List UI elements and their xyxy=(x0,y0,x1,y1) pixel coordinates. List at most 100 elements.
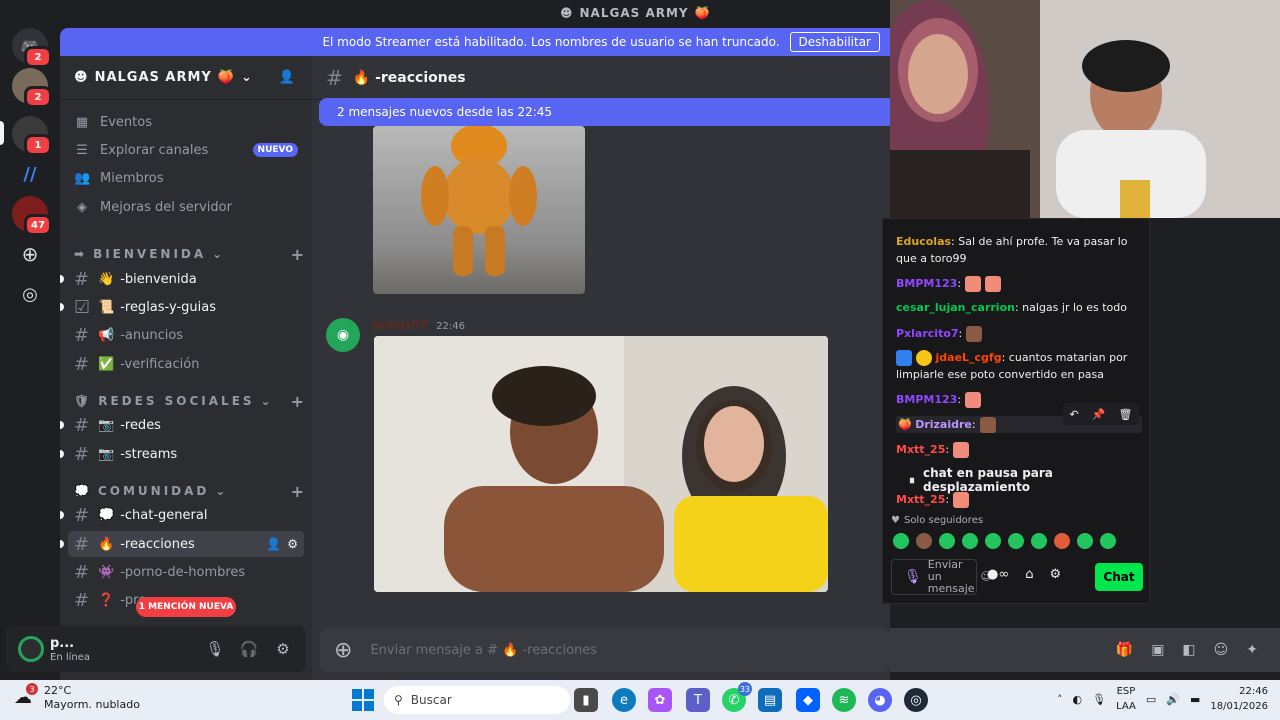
chat-user[interactable]: BMPM123 xyxy=(896,277,957,290)
channel-reacciones[interactable]: # 🔥 -reacciones 👤 ⚙ xyxy=(60,531,304,557)
category-redes-sociales[interactable]: 🛡 REDES SOCIALES ⌄ + xyxy=(74,392,304,411)
emote-icon[interactable] xyxy=(1100,533,1116,549)
chat-paused-banner[interactable]: ⏸ chat en pausa para desplazamiento xyxy=(893,466,1141,494)
headphones-icon[interactable]: 🎧 xyxy=(238,638,260,660)
reply-icon[interactable]: ↶ xyxy=(1070,408,1079,421)
weather-widget[interactable]: ☁ 3 22°C Mayorm. nublado xyxy=(14,683,140,712)
chat-input[interactable]: 🎙 Enviar un mensaje ☺ xyxy=(891,559,992,595)
taskbar-search[interactable]: ⚲ Buscar xyxy=(384,686,570,714)
add-attachment-icon[interactable]: ⊕ xyxy=(334,638,352,663)
battery-icon[interactable]: ▬ xyxy=(1190,693,1200,706)
start-button[interactable] xyxy=(352,689,374,711)
emote-icon[interactable] xyxy=(939,533,955,549)
copilot-icon[interactable]: ✿ xyxy=(648,688,672,712)
nav-miembros[interactable]: 👥 Miembros xyxy=(68,165,304,191)
channel-points-icon[interactable]: ●∞ xyxy=(987,567,1009,582)
chat-send-button[interactable]: Chat xyxy=(1095,563,1143,591)
emote-icon[interactable] xyxy=(1008,533,1024,549)
channel-porno[interactable]: # 👾 -porno-de-hombres xyxy=(68,559,304,585)
chat-user[interactable]: cesar_lujan_carrion xyxy=(896,301,1015,314)
channel-anuncios[interactable]: # 📢 -anuncios xyxy=(68,322,304,348)
obs-icon[interactable]: ◎ xyxy=(904,688,928,712)
channel-reglas[interactable]: ☑ 📜 -reglas-y-guias xyxy=(60,294,304,320)
server-header[interactable]: ☻ NALGAS ARMY 🍑 ⌄ 👤 xyxy=(60,56,312,100)
server-logo-icon: ☻ xyxy=(74,70,89,85)
volume-icon[interactable]: 🔊 xyxy=(1166,693,1180,706)
channel-streams[interactable]: # 📷 -streams xyxy=(60,441,304,467)
whatsapp-icon[interactable]: ✆ 33 xyxy=(722,682,752,712)
add-channel-icon[interactable]: + xyxy=(291,245,304,264)
teams-icon[interactable]: T xyxy=(686,688,710,712)
gear-icon[interactable]: ⚙ xyxy=(287,537,298,551)
emote-icon[interactable] xyxy=(916,533,932,549)
spotify-icon[interactable]: ≋ xyxy=(832,688,856,712)
store-icon[interactable]: ⌂ xyxy=(1025,567,1033,582)
channel-bienvenida[interactable]: # 👋 -bienvenida xyxy=(60,266,304,292)
gif-icon[interactable]: ▣ xyxy=(1151,642,1164,658)
language-indicator[interactable]: ESP LAA xyxy=(1116,684,1136,714)
server-avatar[interactable]: 2 xyxy=(12,68,52,108)
chat-user[interactable]: Pxlarcito7 xyxy=(896,327,959,340)
emote-icon[interactable] xyxy=(1054,533,1070,549)
nav-eventos[interactable]: ▦ Eventos xyxy=(68,109,304,135)
emote-icon[interactable] xyxy=(1077,533,1093,549)
mic-icon[interactable]: 🎙 xyxy=(204,638,226,660)
invite-icon[interactable]: 👤 xyxy=(266,537,281,551)
gear-icon[interactable]: ⚙ xyxy=(1049,567,1061,582)
tray-app-icon[interactable]: ◐ xyxy=(1073,693,1083,706)
gift-icon[interactable]: 🎁 xyxy=(1116,642,1133,658)
nav-explorar-canales[interactable]: ☰ Explorar canales NUEVO xyxy=(68,137,304,163)
emote-icon[interactable] xyxy=(962,533,978,549)
attached-video[interactable] xyxy=(374,336,828,592)
composer-placeholder: Enviar mensaje a # 🔥 -reacciones xyxy=(370,642,598,658)
blue-logo-server[interactable]: // xyxy=(12,156,48,192)
task-view-icon[interactable]: ▮ xyxy=(574,688,598,712)
chat-user[interactable]: jdaeL_cgfg xyxy=(936,351,1002,364)
nav-mejoras[interactable]: ◈ Mejoras del servidor xyxy=(68,194,304,220)
add-server-icon[interactable]: ⊕ xyxy=(12,236,48,272)
mic-icon[interactable]: 🎙 xyxy=(1092,693,1106,706)
chevron-up-icon[interactable]: ˄ xyxy=(1057,693,1063,706)
chat-user[interactable]: Mxtt_25 xyxy=(896,493,945,506)
discord-home-icon[interactable]: 🎮2 xyxy=(12,28,52,68)
new-mention-pill[interactable]: 1 MENCIÓN NUEVA xyxy=(136,597,236,617)
channel-chat-general[interactable]: # 💭 -chat-general xyxy=(60,502,304,528)
category-comunidad[interactable]: 💭 COMUNIDAD ⌄ + xyxy=(74,482,304,501)
channel-verificacion[interactable]: # ✅ -verificación xyxy=(68,351,304,377)
chat-user[interactable]: Drizaidre xyxy=(915,418,972,431)
chat-user[interactable]: BMPM123 xyxy=(896,393,957,406)
chat-user[interactable]: Mxtt_25 xyxy=(896,443,945,456)
edge-icon[interactable]: e xyxy=(612,688,636,712)
attached-image[interactable] xyxy=(373,126,585,294)
sticker-icon[interactable]: ◧ xyxy=(1182,642,1195,658)
trash-icon[interactable]: 🗑 xyxy=(1119,408,1133,421)
add-channel-icon[interactable]: + xyxy=(291,392,304,411)
message-composer[interactable]: ⊕ Enviar mensaje a # 🔥 -reacciones xyxy=(320,628,890,672)
message-author[interactable]: junior97 xyxy=(372,318,428,332)
gear-icon[interactable]: ⚙ xyxy=(272,638,294,660)
avatar[interactable] xyxy=(18,636,44,662)
pin-icon[interactable]: 📌 xyxy=(1092,408,1106,421)
discover-icon[interactable]: ◎ xyxy=(12,276,48,312)
dropbox-icon[interactable]: ◆ xyxy=(796,688,820,712)
disable-streamer-button[interactable]: Deshabilitar xyxy=(789,32,880,52)
discord-icon[interactable]: ◕ xyxy=(868,688,892,712)
message-avatar[interactable]: ◉ xyxy=(326,318,360,352)
emote-icon[interactable] xyxy=(985,533,1001,549)
add-channel-icon[interactable]: + xyxy=(291,482,304,501)
emote-icon[interactable] xyxy=(1031,533,1047,549)
category-bienvenida[interactable]: ➡ BIENVENIDA ⌄ + xyxy=(74,245,304,264)
emoji-icon[interactable]: ☺ xyxy=(1214,642,1229,658)
add-member-icon[interactable]: 👤 xyxy=(279,70,296,85)
chat-user[interactable]: Educolas xyxy=(896,235,951,248)
server-avatar[interactable]: 47 xyxy=(12,196,52,236)
store-icon[interactable]: ▤ xyxy=(758,688,782,712)
mic-icon[interactable]: 🎙 xyxy=(904,570,922,584)
clock[interactable]: 22:46 18/01/2026 xyxy=(1210,684,1268,714)
new-messages-bar[interactable]: 2 mensajes nuevos desde las 22:45 xyxy=(319,98,890,126)
apps-icon[interactable]: ✦ xyxy=(1246,642,1258,658)
network-icon[interactable]: ▭ xyxy=(1146,693,1156,706)
server-avatar[interactable]: 1 xyxy=(12,116,52,156)
emote-icon[interactable] xyxy=(893,533,909,549)
channel-redes[interactable]: # 📷 -redes xyxy=(60,412,304,438)
